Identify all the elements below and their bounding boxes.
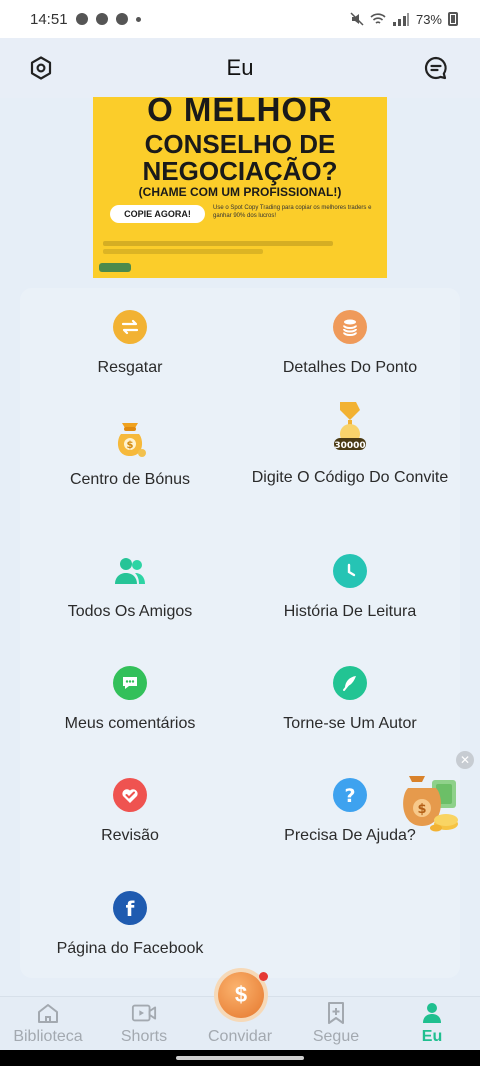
signal-icon — [392, 13, 409, 26]
nav-label: Convidar — [207, 1028, 273, 1045]
comment-icon — [113, 666, 147, 700]
page-title: Eu — [226, 55, 254, 80]
menu-card: Resgatar Detalhes Do Ponto $ Centro de B… — [20, 288, 460, 978]
svg-text:$: $ — [127, 440, 134, 451]
menu-item-label: História De Leitura — [283, 603, 417, 620]
more-notifications-icon — [135, 16, 141, 22]
menu-item-label: Detalhes Do Ponto — [282, 359, 418, 376]
android-icon — [95, 13, 108, 25]
coins-stack-icon — [333, 310, 367, 344]
menu-item-label: Centro de Bónus — [69, 471, 191, 488]
svg-text:$: $ — [417, 802, 426, 817]
banner-headline-3: NEGOCIAÇÃO? — [142, 156, 338, 186]
menu-item-review[interactable]: Revisão — [20, 778, 240, 846]
status-time: 14:51 — [30, 10, 68, 28]
facebook-icon: f — [113, 891, 147, 925]
nav-label: Biblioteca — [13, 1028, 83, 1045]
nav-tab-following[interactable]: Segue — [288, 997, 384, 1051]
nav-label: Shorts — [120, 1028, 168, 1045]
menu-item-label: Todos Os Amigos — [67, 603, 193, 620]
menu-item-label: Resgatar — [97, 359, 163, 376]
ad-banner[interactable]: O MELHOR CONSELHO DE NEGOCIAÇÃO? (CHAME … — [93, 97, 387, 278]
menu-item-label: Torne-se Um Autor — [283, 715, 417, 732]
chat-bubble-icon — [424, 56, 447, 80]
settings-button[interactable] — [27, 54, 55, 82]
menu-item-reading-history[interactable]: História De Leitura — [240, 554, 460, 622]
friends-icon — [113, 554, 147, 588]
menu-item-become-author[interactable]: Torne-se Um Autor — [240, 666, 460, 734]
notification-dot — [259, 972, 268, 981]
menu-item-redeem[interactable]: Resgatar — [20, 310, 240, 378]
invite-code-badge: 30000 — [334, 441, 365, 451]
swap-icon — [113, 310, 147, 344]
settings-hexagon-icon — [30, 56, 52, 80]
menu-item-all-friends[interactable]: Todos Os Amigos — [20, 554, 240, 622]
nav-tab-me[interactable]: Eu — [384, 997, 480, 1051]
system-gesture-bar — [0, 1050, 480, 1066]
menu-item-label: Digite O Código Do Convite — [251, 469, 449, 486]
floating-promo[interactable]: $ — [398, 772, 462, 834]
status-bar: 14:51 73% — [0, 0, 480, 38]
coin-icon[interactable]: $ — [218, 972, 264, 1018]
invite-code-icon: 30000 — [332, 398, 368, 452]
nav-label: Eu — [421, 1028, 443, 1045]
money-bag-icon: $ — [110, 420, 150, 460]
close-icon: ✕ — [459, 753, 471, 767]
menu-item-my-comments[interactable]: Meus comentários — [20, 666, 240, 734]
quill-icon — [333, 666, 367, 700]
home-icon — [35, 1001, 61, 1025]
promo-close-button[interactable]: ✕ — [456, 751, 474, 769]
video-icon — [131, 1001, 157, 1025]
wifi-icon — [370, 13, 386, 24]
banner-headline-1: O MELHOR — [147, 97, 333, 128]
menu-item-label: Página do Facebook — [56, 940, 204, 957]
svg-text:f: f — [126, 897, 135, 919]
banner-small-text: Use o Spot Copy Trading para copiar os m… — [213, 205, 372, 219]
review-heart-icon — [113, 778, 147, 812]
app-header: Eu — [0, 38, 480, 98]
person-icon — [419, 1001, 445, 1025]
svg-text:?: ? — [344, 785, 355, 806]
mute-icon — [350, 12, 364, 26]
notification-icon — [75, 13, 88, 25]
menu-item-points-details[interactable]: Detalhes Do Ponto — [240, 310, 460, 378]
messages-button[interactable] — [422, 54, 450, 82]
money-bag-promo-icon: $ — [403, 776, 458, 832]
menu-item-bonus-center[interactable]: $ Centro de Bónus — [20, 420, 240, 490]
nav-label: Segue — [312, 1028, 360, 1045]
menu-item-label: Revisão — [101, 827, 159, 844]
menu-item-label: Meus comentários — [64, 715, 196, 732]
banner-subline: (CHAME COM UM PROFISSIONAL!) — [138, 185, 342, 199]
nav-tab-library[interactable]: Biblioteca — [0, 997, 96, 1051]
help-icon: ? — [333, 778, 367, 812]
banner-disclaimer-2 — [103, 249, 263, 254]
menu-item-label: Precisa De Ajuda? — [284, 827, 416, 844]
home-gesture-handle[interactable] — [176, 1056, 304, 1060]
battery-percent: 73% — [415, 11, 442, 27]
banner-logo — [99, 263, 131, 272]
menu-item-invite-code[interactable]: 30000 Digite O Código Do Convite — [240, 398, 460, 488]
nav-tab-shorts[interactable]: Shorts — [96, 997, 192, 1051]
banner-copy-button[interactable]: COPIE AGORA! — [110, 205, 205, 223]
banner-disclaimer — [103, 241, 333, 246]
clock-icon — [333, 554, 367, 588]
menu-item-facebook-page[interactable]: f Página do Facebook — [20, 891, 240, 959]
battery-icon — [448, 12, 458, 26]
bookmark-plus-icon — [323, 1001, 349, 1025]
globe-icon — [115, 13, 128, 25]
